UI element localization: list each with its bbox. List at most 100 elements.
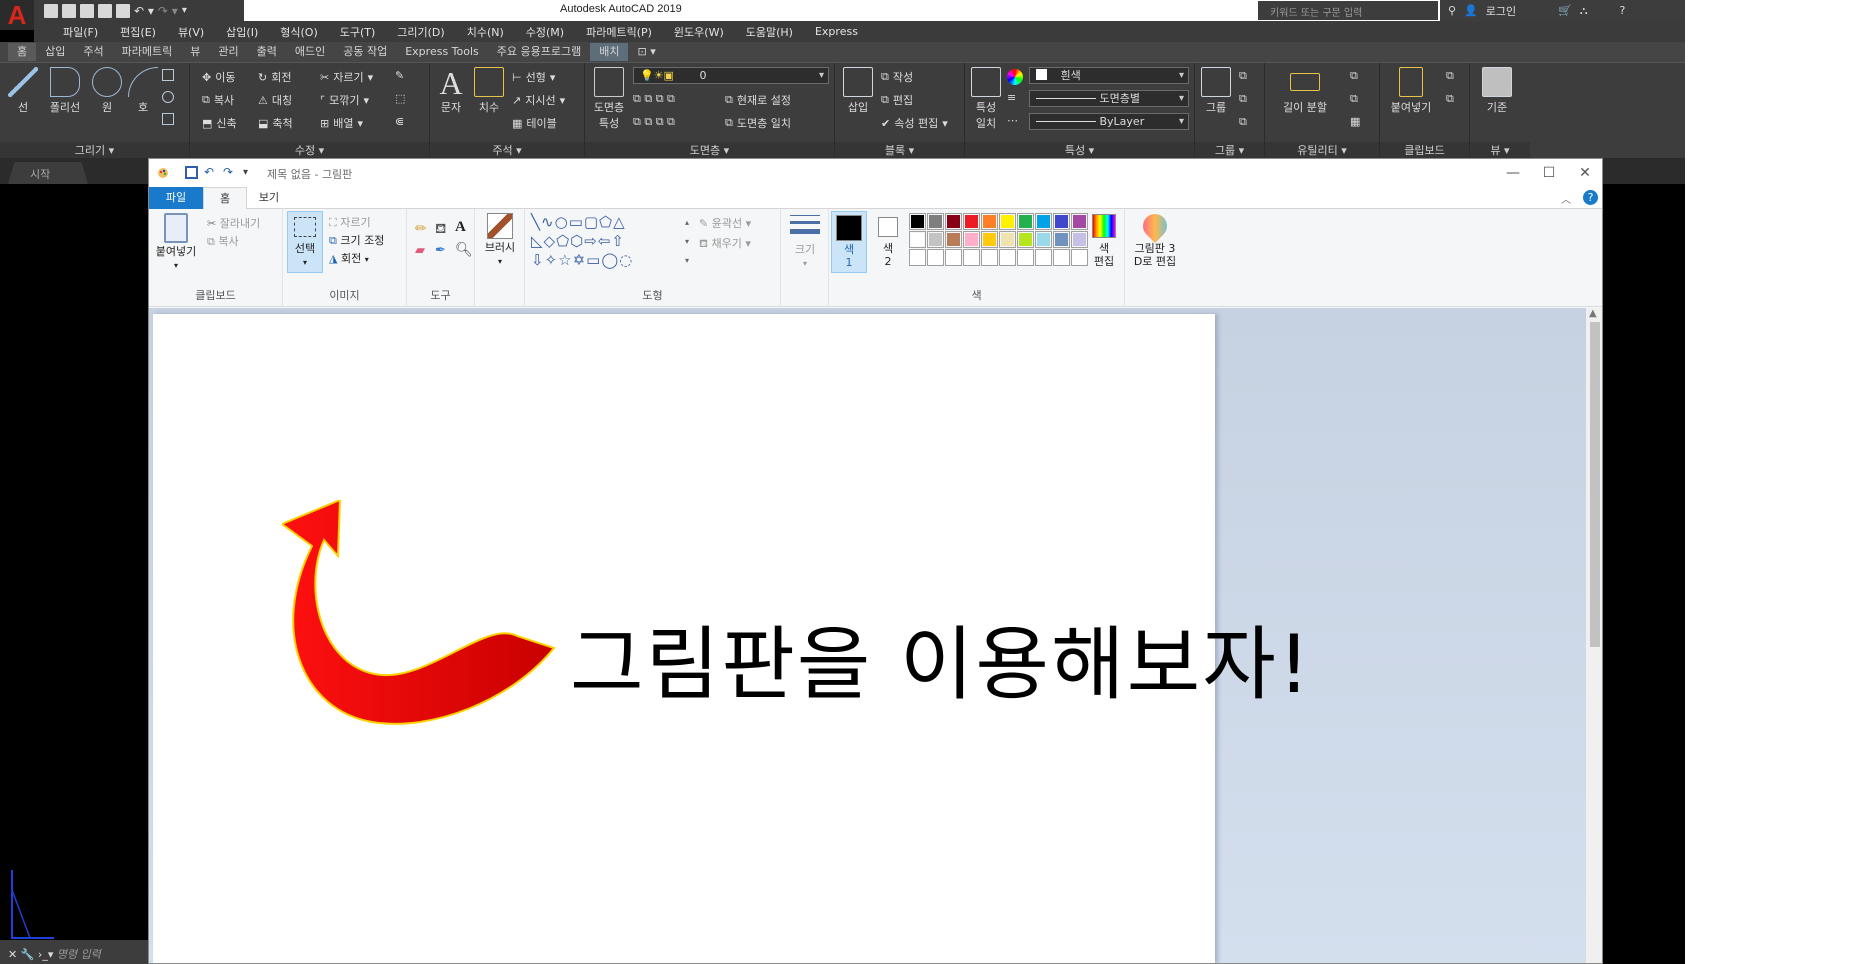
- cut-button[interactable]: ✂ 잘라내기: [207, 215, 260, 231]
- circle-tool[interactable]: 원: [88, 67, 126, 115]
- modify-panel-label[interactable]: 수정 ▾: [190, 142, 429, 159]
- erase-icon[interactable]: ✎: [395, 69, 404, 82]
- draw-panel-label[interactable]: 그리기 ▾: [0, 142, 189, 159]
- ellipse-icon[interactable]: [162, 91, 174, 103]
- palette-swatch[interactable]: [999, 213, 1016, 230]
- utilities-panel-label[interactable]: 유틸리티 ▾: [1265, 142, 1379, 159]
- set-current-button[interactable]: ⧉ 현재로 설정: [725, 92, 791, 108]
- custom-color-slot[interactable]: [963, 249, 980, 266]
- shapes-scroll[interactable]: ▴ ▾ ▾: [685, 213, 689, 270]
- ribbon-tab[interactable]: 주석: [74, 43, 112, 61]
- eraser-icon[interactable]: ▰: [415, 243, 425, 258]
- redo-icon[interactable]: ↷: [223, 166, 236, 179]
- ribbon-tab[interactable]: 파라메트릭: [113, 43, 182, 61]
- custom-color-slot[interactable]: [981, 249, 998, 266]
- measure-tool[interactable]: 길이 분할: [1273, 67, 1337, 115]
- close-button[interactable]: ✕: [1569, 162, 1601, 184]
- fill-button[interactable]: ⛾ 채우기 ▾: [699, 235, 751, 252]
- select-all-icon[interactable]: ⧉: [1350, 92, 1358, 106]
- palette-swatch[interactable]: [981, 213, 998, 230]
- linetype-dropdown[interactable]: 도면층별: [1029, 90, 1189, 107]
- fill-bucket-icon[interactable]: ⛾: [435, 221, 446, 239]
- rotate-button[interactable]: ↻ 회전: [258, 69, 291, 85]
- tab-file[interactable]: 파일: [149, 187, 203, 209]
- offset-icon[interactable]: ⋐: [395, 115, 404, 128]
- undo-icon[interactable]: ↶ ▾: [134, 4, 154, 18]
- help-icon[interactable]: ?: [1620, 4, 1626, 17]
- palette-swatch[interactable]: [945, 231, 962, 248]
- menu-item[interactable]: 뷰(V): [167, 24, 215, 40]
- scale-button[interactable]: ⬓ 축척: [258, 115, 293, 131]
- leader-button[interactable]: ↗ 지시선 ▾: [512, 92, 565, 108]
- layer-dropdown[interactable]: 💡☀▣ 0: [633, 67, 829, 84]
- tab-view[interactable]: 보기: [247, 187, 291, 210]
- acad-paste-tool[interactable]: 붙여넣기: [1384, 67, 1438, 115]
- palette-swatch[interactable]: [1053, 231, 1070, 248]
- properties-panel-label[interactable]: 특성 ▾: [965, 142, 1194, 159]
- scroll-up-icon[interactable]: ▲: [1589, 308, 1597, 319]
- match-properties-tool[interactable]: 특성 일치: [969, 67, 1003, 131]
- save-as-icon[interactable]: [98, 3, 112, 18]
- layers-panel-label[interactable]: 도면층 ▾: [585, 142, 834, 159]
- save-icon[interactable]: [185, 166, 198, 179]
- palette-swatch[interactable]: [981, 231, 998, 248]
- custom-color-slot[interactable]: [945, 249, 962, 266]
- help-icon[interactable]: ?: [1583, 190, 1598, 205]
- edit-block-button[interactable]: ⧉ 편집: [881, 92, 913, 108]
- menu-item[interactable]: 그리기(D): [386, 24, 455, 40]
- array-button[interactable]: ⊞ 배열 ▾: [320, 115, 363, 131]
- fillet-button[interactable]: ⌜ 모깎기 ▾: [320, 92, 369, 108]
- open-file-icon[interactable]: [62, 3, 76, 18]
- magnifier-icon[interactable]: 🔍︎: [455, 242, 473, 258]
- color-dropdown[interactable]: 흰색: [1029, 67, 1189, 84]
- tab-home[interactable]: 홈: [203, 187, 247, 210]
- paint3d-button[interactable]: 그림판 3 D로 편집: [1127, 209, 1183, 273]
- explode-icon[interactable]: ⬚: [395, 92, 405, 105]
- login-button[interactable]: 로그인: [1486, 3, 1516, 19]
- minimize-button[interactable]: —: [1497, 162, 1529, 184]
- color1-button[interactable]: 색 1: [831, 211, 867, 273]
- custom-color-slot[interactable]: [1035, 249, 1052, 266]
- groups-panel-label[interactable]: 그룹 ▾: [1195, 142, 1264, 159]
- custom-color-slot[interactable]: [1071, 249, 1088, 266]
- copy-button[interactable]: ⧉ 복사: [207, 233, 239, 249]
- brushes-button[interactable]: 브러시 ▾: [479, 211, 521, 273]
- palette-swatch[interactable]: [927, 213, 944, 230]
- pencil-icon[interactable]: ✏: [415, 221, 427, 237]
- menu-item[interactable]: 수정(M): [515, 24, 575, 40]
- palette-swatch[interactable]: [945, 213, 962, 230]
- quick-select-icon[interactable]: ⧉: [1350, 69, 1358, 83]
- trim-button[interactable]: ✂ 자르기 ▾: [320, 69, 373, 85]
- a360-icon[interactable]: ⛬: [1580, 4, 1588, 18]
- select-button[interactable]: 선택 ▾: [287, 211, 323, 273]
- calculator-icon[interactable]: ▦: [1350, 115, 1360, 128]
- arc-tool[interactable]: 호: [124, 67, 162, 115]
- palette-swatch[interactable]: [1017, 213, 1034, 230]
- menu-item[interactable]: 도구(T): [329, 24, 387, 40]
- crop-button[interactable]: ⛶ 자르기: [329, 214, 371, 230]
- layer-tools-row-2[interactable]: ⧉ ⧉ ⧉ ⧉: [633, 115, 675, 129]
- qat-customize-icon[interactable]: ▾: [243, 166, 256, 179]
- match-layer-button[interactable]: ⧉ 도면층 일치: [725, 115, 791, 131]
- close-icon[interactable]: ✕: [8, 948, 17, 961]
- menu-item[interactable]: 윈도우(W): [663, 24, 735, 40]
- palette-swatch[interactable]: [1035, 231, 1052, 248]
- maximize-button[interactable]: ☐: [1533, 162, 1565, 184]
- linear-dim-button[interactable]: ⊢ 선형 ▾: [512, 69, 555, 85]
- vertical-scrollbar[interactable]: ▲: [1586, 308, 1602, 963]
- menu-item[interactable]: 형식(O): [269, 24, 328, 40]
- new-file-icon[interactable]: [44, 3, 58, 18]
- layer-properties-tool[interactable]: 도면층 특성: [589, 67, 629, 131]
- qat-customize-icon[interactable]: ▾: [182, 5, 187, 16]
- menu-item[interactable]: 도움말(H): [735, 24, 804, 40]
- collapse-ribbon-icon[interactable]: ︿: [1561, 191, 1571, 206]
- palette-swatch[interactable]: [999, 231, 1016, 248]
- menu-item[interactable]: 삽입(I): [215, 24, 269, 40]
- menu-item[interactable]: 파일(F): [52, 24, 109, 40]
- clipboard-panel-label[interactable]: 클립보드: [1380, 142, 1469, 159]
- lineweight-dropdown[interactable]: ByLayer: [1029, 113, 1189, 130]
- outline-button[interactable]: ✎ 윤곽선 ▾: [699, 215, 751, 231]
- move-button[interactable]: ✥ 이동: [202, 69, 235, 85]
- redo-icon[interactable]: ↷ ▾: [158, 4, 178, 18]
- stretch-button[interactable]: ⬒ 신축: [202, 115, 237, 131]
